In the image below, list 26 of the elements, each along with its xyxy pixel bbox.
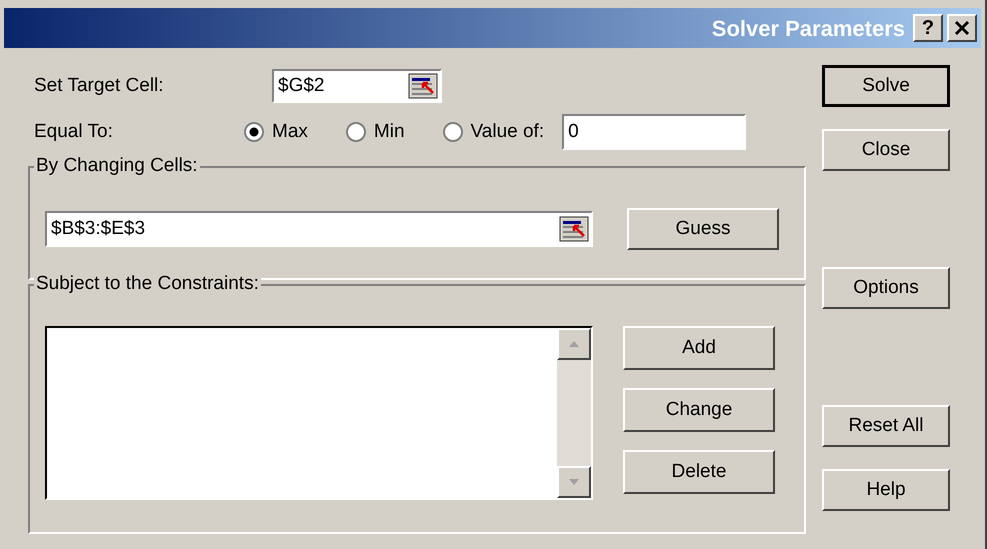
radio-label: Max	[272, 120, 308, 144]
range-select-icon[interactable]	[559, 216, 589, 242]
dialog-button[interactable]: Change	[623, 388, 775, 432]
close-button[interactable]	[947, 14, 977, 42]
dialog-button[interactable]: Close	[822, 129, 950, 171]
dialog-button[interactable]: Add	[623, 326, 775, 370]
target-cell-field[interactable]: $G$2	[272, 69, 442, 103]
radio-button[interactable]	[346, 122, 366, 142]
value-field[interactable]: 0	[562, 114, 746, 150]
radio-button[interactable]	[442, 122, 463, 142]
window-title: Solver Parameters	[712, 14, 905, 42]
dialog-button[interactable]: Delete	[623, 450, 775, 494]
dialog-button[interactable]: Solve	[822, 65, 950, 107]
equal-to-label: Equal To:	[33, 120, 114, 144]
dialog-button[interactable]: Guess	[627, 208, 779, 250]
dialog-button[interactable]: Options	[822, 267, 950, 309]
dialog-button[interactable]: Help	[822, 469, 950, 511]
close-icon	[954, 20, 970, 36]
help-button[interactable]: ?	[913, 14, 943, 42]
target-cell-label: Set Target Cell:	[33, 74, 165, 98]
changing-cells-field[interactable]: $B$3:$E$3	[45, 211, 593, 247]
range-select-icon[interactable]	[408, 73, 438, 99]
radio-label: Value of:	[470, 120, 544, 144]
dialog-button[interactable]: Reset All	[822, 405, 950, 447]
radio-button[interactable]	[244, 122, 264, 142]
radio-label: Min	[374, 120, 405, 144]
